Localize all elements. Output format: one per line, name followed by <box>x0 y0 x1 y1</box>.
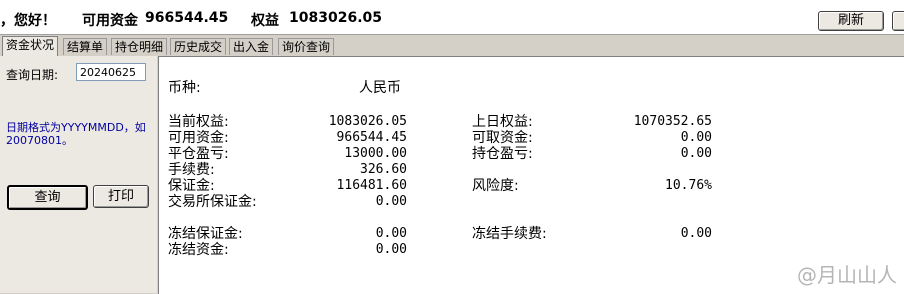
exchange-margin-value: 0.00 <box>375 194 407 209</box>
available-funds-value: 966544.45 <box>336 130 407 145</box>
header-bar: ，您好！ 可用资金 966544.45 权益 1083026.05 刷新 <box>0 0 904 35</box>
current-equity-value: 1083026.05 <box>328 114 407 129</box>
query-button[interactable]: 查询 <box>7 185 88 210</box>
current-equity-label: 当前权益: <box>168 114 229 130</box>
frozen-commission-value: 0.00 <box>680 226 712 241</box>
prev-equity-value: 1070352.65 <box>633 114 712 129</box>
print-button[interactable]: 打印 <box>93 185 149 208</box>
margin-label: 保证金: <box>168 178 215 194</box>
query-date-input[interactable]: 20240625 <box>76 63 146 81</box>
commission-value: 326.60 <box>360 162 407 177</box>
risk-label: 风险度: <box>472 178 519 194</box>
prev-equity-label: 上日权益: <box>472 114 533 130</box>
fund-status-panel: 币种: 人民币 当前权益: 1083026.05 可用资金: 966544.45… <box>158 56 904 294</box>
available-funds-label: 可用资金: <box>168 130 229 146</box>
risk-value: 10.76% <box>665 178 712 193</box>
frozen-margin-label: 冻结保证金: <box>168 226 243 242</box>
position-pnl-label: 持仓盈亏: <box>472 146 533 162</box>
tab-position-detail[interactable]: 持仓明细 <box>111 38 168 55</box>
currency-value: 人民币 <box>359 80 401 96</box>
equity-label: 权益 <box>251 13 279 29</box>
query-date-label: 查询日期: <box>6 68 59 82</box>
equity-value: 1083026.05 <box>289 10 382 26</box>
frozen-commission-label: 冻结手续费: <box>472 226 547 242</box>
watermark-text: @月山山人 <box>797 263 897 287</box>
overflow-button[interactable] <box>892 11 904 31</box>
tab-fund-status[interactable]: 资金状况 <box>2 36 59 56</box>
refresh-button[interactable]: 刷新 <box>818 11 884 31</box>
currency-label: 币种: <box>168 80 201 96</box>
commission-label: 手续费: <box>168 162 215 178</box>
frozen-margin-value: 0.00 <box>375 226 407 241</box>
margin-value: 116481.60 <box>336 178 407 193</box>
date-format-hint: 日期格式为YYYYMMDD，如20070801。 <box>6 121 146 147</box>
tab-settlement[interactable]: 结算单 <box>63 38 108 55</box>
tab-trade-history[interactable]: 历史成交 <box>170 38 227 55</box>
closed-pnl-label: 平仓盈亏: <box>168 146 229 162</box>
withdrawable-label: 可取资金: <box>472 130 533 146</box>
available-value: 966544.45 <box>145 10 229 26</box>
available-label: 可用资金 <box>82 13 138 29</box>
frozen-funds-label: 冻结资金: <box>168 242 229 258</box>
exchange-margin-label: 交易所保证金: <box>168 194 257 210</box>
tab-quote-inquiry[interactable]: 询价查询 <box>278 38 335 55</box>
query-sidebar: 查询日期: 20240625 日期格式为YYYYMMDD，如20070801。 … <box>0 56 157 293</box>
greeting-text: ，您好！ <box>0 13 56 29</box>
position-pnl-value: 0.00 <box>680 146 712 161</box>
frozen-funds-value: 0.00 <box>375 242 407 257</box>
tab-bar: 资金状况 结算单 持仓明细 历史成交 出入金 询价查询 <box>0 36 904 56</box>
tab-deposit-withdraw[interactable]: 出入金 <box>229 38 274 55</box>
closed-pnl-value: 13000.00 <box>344 146 407 161</box>
withdrawable-value: 0.00 <box>680 130 712 145</box>
